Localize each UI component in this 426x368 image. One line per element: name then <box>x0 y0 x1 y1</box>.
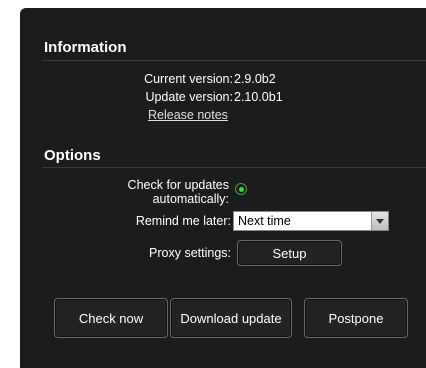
remind-later-label: Remind me later: <box>135 214 231 228</box>
radio-selected-dot <box>238 186 244 192</box>
remind-later-value: Next time <box>238 214 291 228</box>
update-version-label: Update version: <box>145 90 233 104</box>
download-update-button[interactable]: Download update <box>170 298 292 338</box>
update-version-value: 2.10.0b1 <box>234 90 283 104</box>
remind-later-select[interactable]: Next time <box>233 211 389 231</box>
check-updates-label-line2: automatically: <box>152 192 229 206</box>
current-version-value: 2.9.0b2 <box>234 72 276 86</box>
update-panel: Information Current version: 2.9.0b2 Upd… <box>20 8 426 368</box>
check-updates-radio[interactable] <box>235 183 247 195</box>
options-heading: Options <box>44 147 101 164</box>
options-divider <box>42 167 426 168</box>
chevron-down-icon[interactable] <box>371 212 388 230</box>
postpone-button[interactable]: Postpone <box>304 298 408 338</box>
setup-button[interactable]: Setup <box>237 240 342 266</box>
current-version-label: Current version: <box>144 72 233 86</box>
proxy-settings-label: Proxy settings: <box>149 246 231 260</box>
information-heading: Information <box>44 39 127 56</box>
check-now-button[interactable]: Check now <box>54 298 168 338</box>
information-divider <box>42 60 426 61</box>
release-notes-link[interactable]: Release notes <box>148 108 228 122</box>
check-updates-label-line1: Check for updates <box>127 178 229 192</box>
